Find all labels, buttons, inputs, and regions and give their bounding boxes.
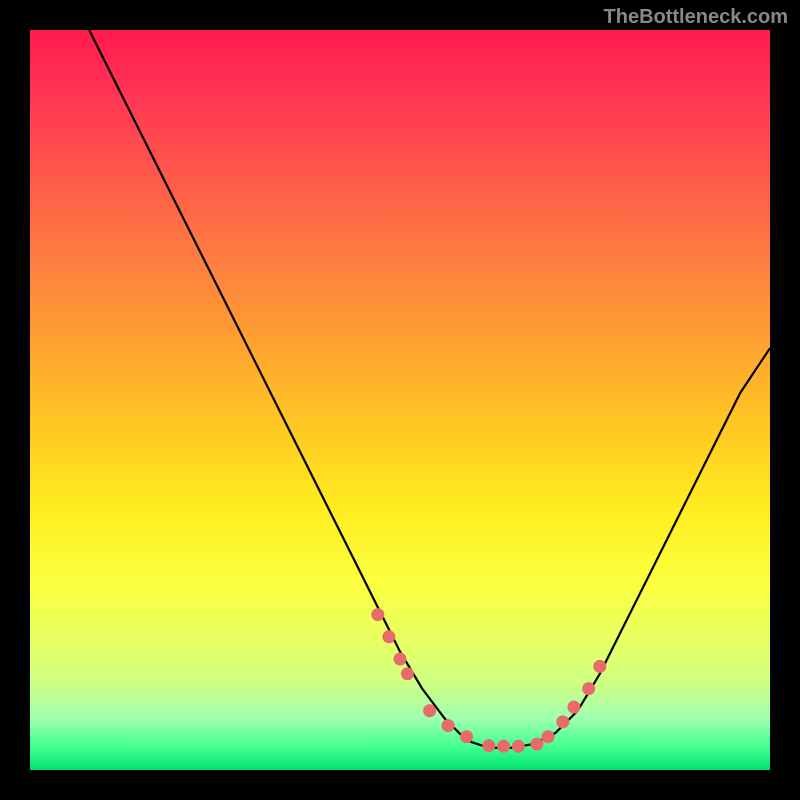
curve-marker xyxy=(401,667,414,680)
curve-marker xyxy=(482,739,495,752)
chart-plot-area xyxy=(30,30,770,770)
curve-marker xyxy=(382,630,395,643)
curve-marker xyxy=(582,682,595,695)
curve-marker xyxy=(567,701,580,714)
watermark-text: TheBottleneck.com xyxy=(604,6,788,29)
curve-marker xyxy=(497,740,510,753)
curve-marker xyxy=(442,719,455,732)
chart-svg xyxy=(30,30,770,770)
curve-marker xyxy=(423,704,436,717)
bottleneck-curve xyxy=(89,30,770,748)
curve-marker xyxy=(542,730,555,743)
curve-marker xyxy=(371,608,384,621)
curve-marker xyxy=(460,730,473,743)
curve-marker xyxy=(556,715,569,728)
curve-marker xyxy=(593,660,606,673)
curve-markers xyxy=(371,608,606,753)
curve-marker xyxy=(530,738,543,751)
curve-marker xyxy=(394,653,407,666)
curve-marker xyxy=(512,740,525,753)
